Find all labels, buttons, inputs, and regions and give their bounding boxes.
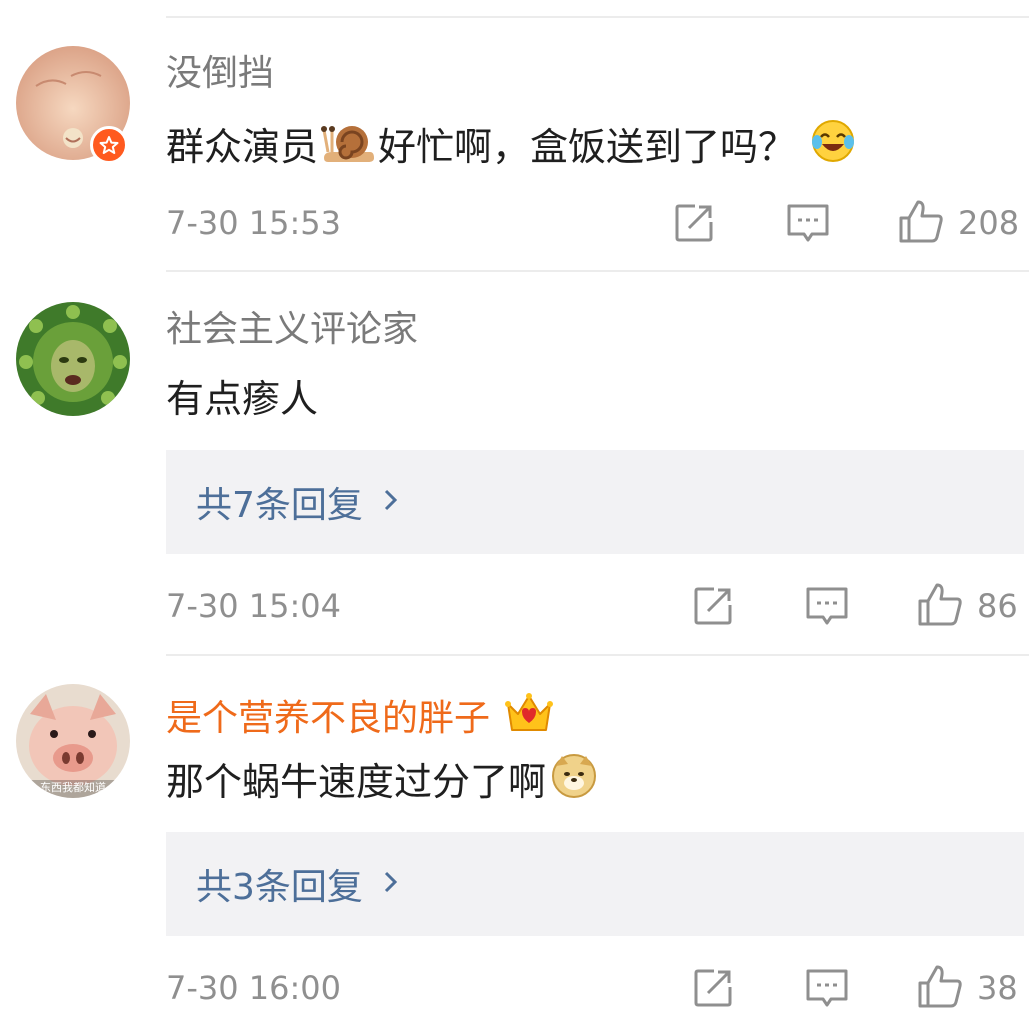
thumbs-up-icon	[917, 963, 963, 1013]
divider	[166, 654, 1029, 656]
share-icon	[673, 202, 715, 248]
like-button[interactable]: 208	[898, 198, 1019, 248]
divider	[166, 16, 1029, 18]
doge-emoji-icon	[550, 752, 598, 812]
share-button[interactable]	[692, 585, 734, 631]
share-button[interactable]	[673, 202, 715, 248]
thumbs-up-icon	[917, 581, 963, 631]
avatar[interactable]: 东西我都知道	[16, 684, 130, 798]
comment-text: 群众演员 好忙啊，盒饭送到了吗？	[166, 118, 858, 176]
replies-count-label: 共7条回复	[196, 485, 363, 526]
timestamp: 7-30 15:04	[166, 587, 342, 625]
username[interactable]: 社会主义评论家	[166, 308, 418, 352]
username-text: 是个营养不良的胖子	[166, 697, 491, 739]
comment-text-part: 群众演员	[166, 125, 319, 169]
like-button[interactable]: 86	[917, 581, 1018, 631]
comment-text-part: 那个蜗牛速度过分了啊	[166, 760, 547, 804]
comment-icon	[786, 202, 830, 250]
like-count: 38	[977, 969, 1018, 1007]
like-count: 208	[958, 204, 1020, 242]
view-replies-button[interactable]: 共7条回复	[166, 450, 1024, 554]
avatar-caption: 东西我都知道	[40, 781, 106, 794]
chevron-right-icon	[383, 870, 399, 898]
laugh-cry-emoji-icon	[810, 118, 856, 176]
view-replies-button[interactable]: 共3条回复	[166, 832, 1024, 936]
like-count: 86	[977, 587, 1018, 625]
comment-text: 有点瘆人	[166, 377, 319, 421]
comment-text: 那个蜗牛速度过分了啊	[166, 752, 600, 812]
comment-icon	[805, 585, 849, 633]
comment-icon	[805, 967, 849, 1015]
crown-vip-icon	[504, 690, 554, 747]
avatar[interactable]	[16, 302, 130, 416]
thumbs-up-icon	[898, 198, 944, 248]
like-button[interactable]: 38	[917, 963, 1018, 1013]
snail-emoji-icon	[320, 118, 376, 176]
comment-button[interactable]	[805, 967, 849, 1015]
divider	[166, 270, 1029, 272]
username[interactable]: 是个营养不良的胖子	[166, 690, 554, 747]
replies-count-label: 共3条回复	[196, 867, 363, 908]
comment-button[interactable]	[805, 585, 849, 633]
share-icon	[692, 585, 734, 631]
share-button[interactable]	[692, 967, 734, 1013]
comment-text-part: 好忙啊，盒饭送到了吗？	[378, 125, 797, 169]
timestamp: 7-30 15:53	[166, 204, 342, 242]
share-icon	[692, 967, 734, 1013]
timestamp: 7-30 16:00	[166, 969, 342, 1007]
star-badge-icon	[90, 126, 128, 164]
username[interactable]: 没倒挡	[166, 52, 274, 96]
chevron-right-icon	[383, 488, 399, 516]
comment-button[interactable]	[786, 202, 830, 250]
